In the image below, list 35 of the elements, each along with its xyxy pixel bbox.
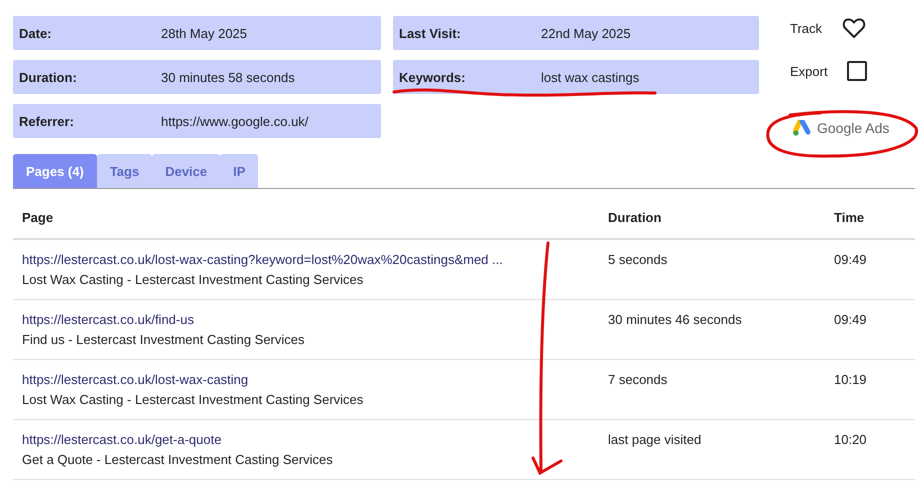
- time-cell-text: 09:49: [834, 251, 868, 267]
- detail-value: 22nd May 2025: [541, 26, 631, 40]
- track-label: Track: [790, 20, 824, 36]
- duration-cell-text: last page visited: [608, 431, 702, 447]
- page-link[interactable]: https://lestercast.co.uk/lost-wax-casting?keyword=lost%20wax%20castings&med ...: [22, 252, 608, 267]
- page-link[interactable]: https://lestercast.co.uk/find-us: [22, 312, 608, 327]
- column-header: Page: [22, 209, 54, 225]
- page-link[interactable]: https://lestercast.co.uk/lost-wax-casting: [22, 372, 608, 387]
- detail-value: 30 minutes 58 seconds: [161, 70, 295, 84]
- export-checkbox[interactable]: [847, 61, 867, 81]
- ads-logo-icon: [793, 120, 811, 136]
- duration-cell-text: 5 seconds: [608, 251, 668, 267]
- column-header: Time: [834, 209, 866, 225]
- detail-label: Last Visit:: [399, 26, 462, 40]
- page-title: Find us - Lestercast Investment Casting Services: [22, 332, 306, 347]
- duration-cell-text: 30 minutes 46 seconds: [608, 311, 743, 327]
- detail-label: Date:: [19, 26, 53, 40]
- ads-label: Google Ads: [817, 120, 890, 136]
- heart-icon[interactable]: [842, 17, 866, 39]
- export-label: Export: [790, 64, 829, 78]
- page-title: Get a Quote - Lestercast Investment Casting Services: [22, 452, 334, 467]
- duration-cell-text: 7 seconds: [608, 371, 668, 387]
- detail-value: lost wax castings: [541, 70, 640, 84]
- detail-label: Referrer:: [19, 114, 75, 128]
- time-cell-text: 10:20: [834, 431, 868, 447]
- detail-value: https://www.google.co.uk/: [161, 114, 308, 128]
- detail-label: Duration:: [19, 70, 78, 84]
- time-cell-text: 09:49: [834, 311, 868, 327]
- time-cell-text: 10:19: [834, 371, 868, 387]
- column-header: Duration: [608, 209, 662, 225]
- page-title: Lost Wax Casting - Lestercast Investment Casting Services: [22, 392, 364, 407]
- detail-value: 28th May 2025: [161, 26, 248, 40]
- page-title: Lost Wax Casting - Lestercast Investment Casting Services: [22, 272, 364, 287]
- page-link[interactable]: https://lestercast.co.uk/get-a-quote: [22, 432, 608, 447]
- detail-label: Keywords:: [399, 70, 466, 84]
